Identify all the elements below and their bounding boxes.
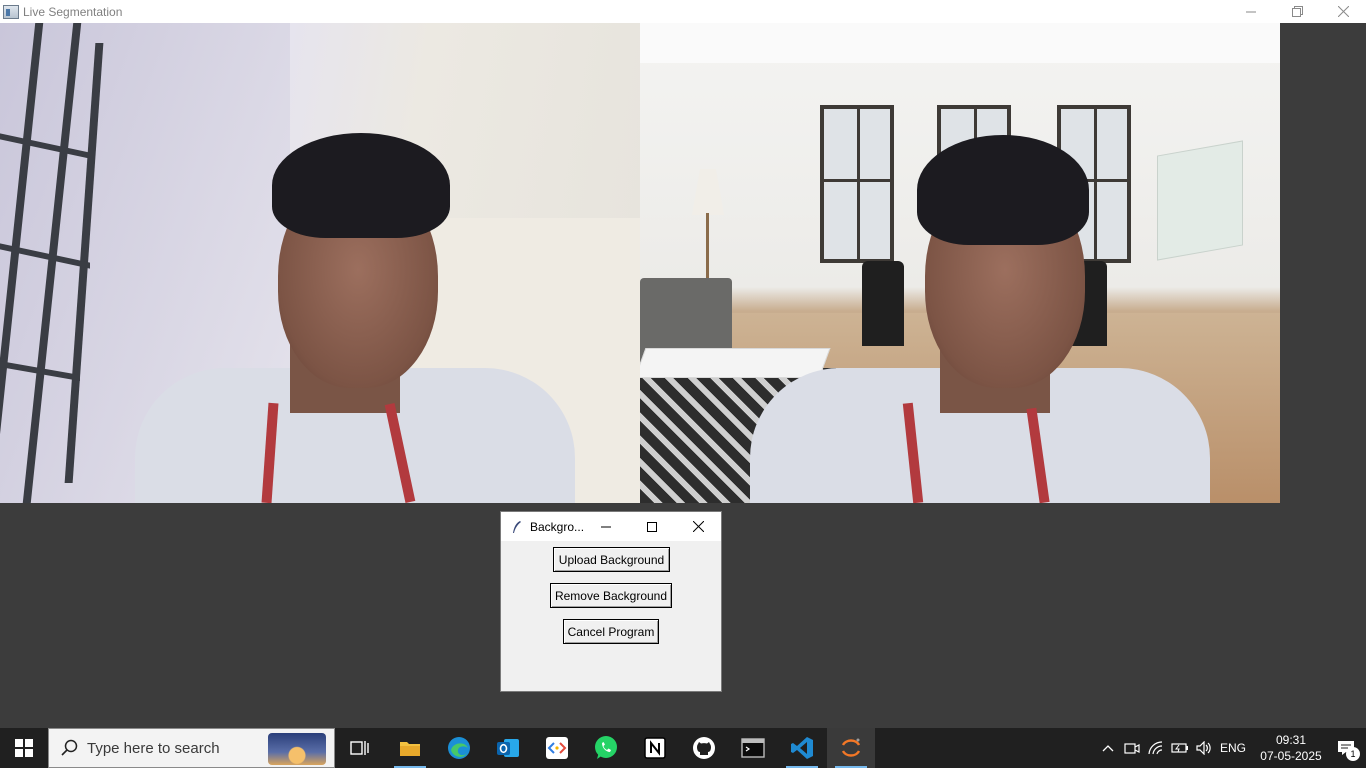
edge-icon: [448, 737, 470, 759]
close-icon: [1337, 6, 1349, 17]
minimize-icon: [1246, 11, 1256, 12]
whatsapp-button[interactable]: [582, 728, 630, 768]
close-icon: [692, 521, 704, 532]
terminal-button[interactable]: [729, 728, 777, 768]
search-icon: [61, 739, 78, 756]
dialog-title: Backgro...: [530, 519, 585, 534]
dialog-minimize-button[interactable]: [583, 512, 629, 541]
main-window-title: Live Segmentation: [23, 4, 123, 19]
task-view-button[interactable]: [336, 728, 384, 768]
speaker-icon: [1196, 741, 1211, 755]
clock-date: 07-05-2025: [1260, 749, 1322, 763]
notion-button[interactable]: [631, 728, 679, 768]
wifi-icon: [1148, 741, 1163, 755]
dialog-titlebar: Backgro...: [501, 512, 721, 541]
upload-background-button[interactable]: Upload Background: [553, 547, 670, 572]
terminal-icon: [741, 738, 765, 758]
edge-button[interactable]: [435, 728, 483, 768]
system-tray: ENG 09:31 07-05-2025 1: [1096, 728, 1366, 768]
outlook-button[interactable]: [484, 728, 532, 768]
dialog-maximize-button[interactable]: [629, 512, 675, 541]
show-hidden-icons-button[interactable]: [1096, 728, 1120, 768]
search-input[interactable]: [87, 739, 257, 757]
minimize-button[interactable]: [1228, 0, 1274, 23]
battery-charging-icon: [1171, 743, 1188, 753]
task-view-icon: [350, 741, 369, 755]
webcam-feed-segmented: [640, 23, 1280, 503]
restore-button[interactable]: [1274, 0, 1320, 23]
person-silhouette: [0, 23, 640, 503]
python-app-icon: [841, 738, 861, 757]
maximize-icon: [647, 521, 657, 532]
github-icon: [693, 737, 715, 759]
code-app-button[interactable]: [533, 728, 581, 768]
close-button[interactable]: [1320, 0, 1366, 23]
file-explorer-button[interactable]: [386, 728, 434, 768]
windows-logo-icon: [15, 739, 33, 757]
background-dialog: Backgro... Upload Background Remove Back…: [500, 511, 722, 692]
camera-tray-button[interactable]: [1120, 728, 1144, 768]
network-tray-button[interactable]: [1144, 728, 1168, 768]
notification-center-button[interactable]: 1: [1326, 728, 1366, 768]
app-window-icon: [3, 4, 19, 19]
restore-icon: [1291, 6, 1303, 17]
start-button[interactable]: [0, 728, 48, 768]
search-highlight-image: [268, 733, 326, 765]
main-window-titlebar: Live Segmentation: [0, 0, 1366, 23]
volume-tray-button[interactable]: [1192, 728, 1216, 768]
notion-icon: [644, 737, 666, 759]
cancel-program-button[interactable]: Cancel Program: [563, 619, 659, 644]
folder-icon: [400, 742, 420, 756]
taskbar-search[interactable]: [48, 728, 335, 768]
battery-tray-button[interactable]: [1168, 728, 1192, 768]
webcam-feed-original: [0, 23, 640, 503]
vscode-icon: [791, 737, 813, 759]
window-background-strip: [1280, 23, 1366, 503]
clock-time: 09:31: [1275, 733, 1307, 747]
notification-count-badge: 1: [1346, 747, 1360, 761]
person-segmented: [640, 23, 1280, 503]
minimize-icon: [601, 526, 611, 527]
input-language-indicator[interactable]: ENG: [1220, 741, 1246, 755]
github-button[interactable]: [680, 728, 728, 768]
python-tk-app-button[interactable]: [827, 728, 875, 768]
taskbar: ENG 09:31 07-05-2025 1: [0, 728, 1366, 768]
dialog-close-button[interactable]: [675, 512, 721, 541]
clock[interactable]: 09:31 07-05-2025: [1256, 732, 1326, 764]
remove-background-button[interactable]: Remove Background: [550, 583, 672, 608]
tk-feather-icon: [510, 520, 524, 534]
outlook-icon: [497, 739, 519, 757]
camera-icon: [1124, 743, 1140, 754]
code-app-icon: [546, 737, 568, 759]
whatsapp-icon: [595, 736, 617, 759]
vscode-button[interactable]: [778, 728, 826, 768]
chevron-up-icon: [1102, 745, 1114, 752]
